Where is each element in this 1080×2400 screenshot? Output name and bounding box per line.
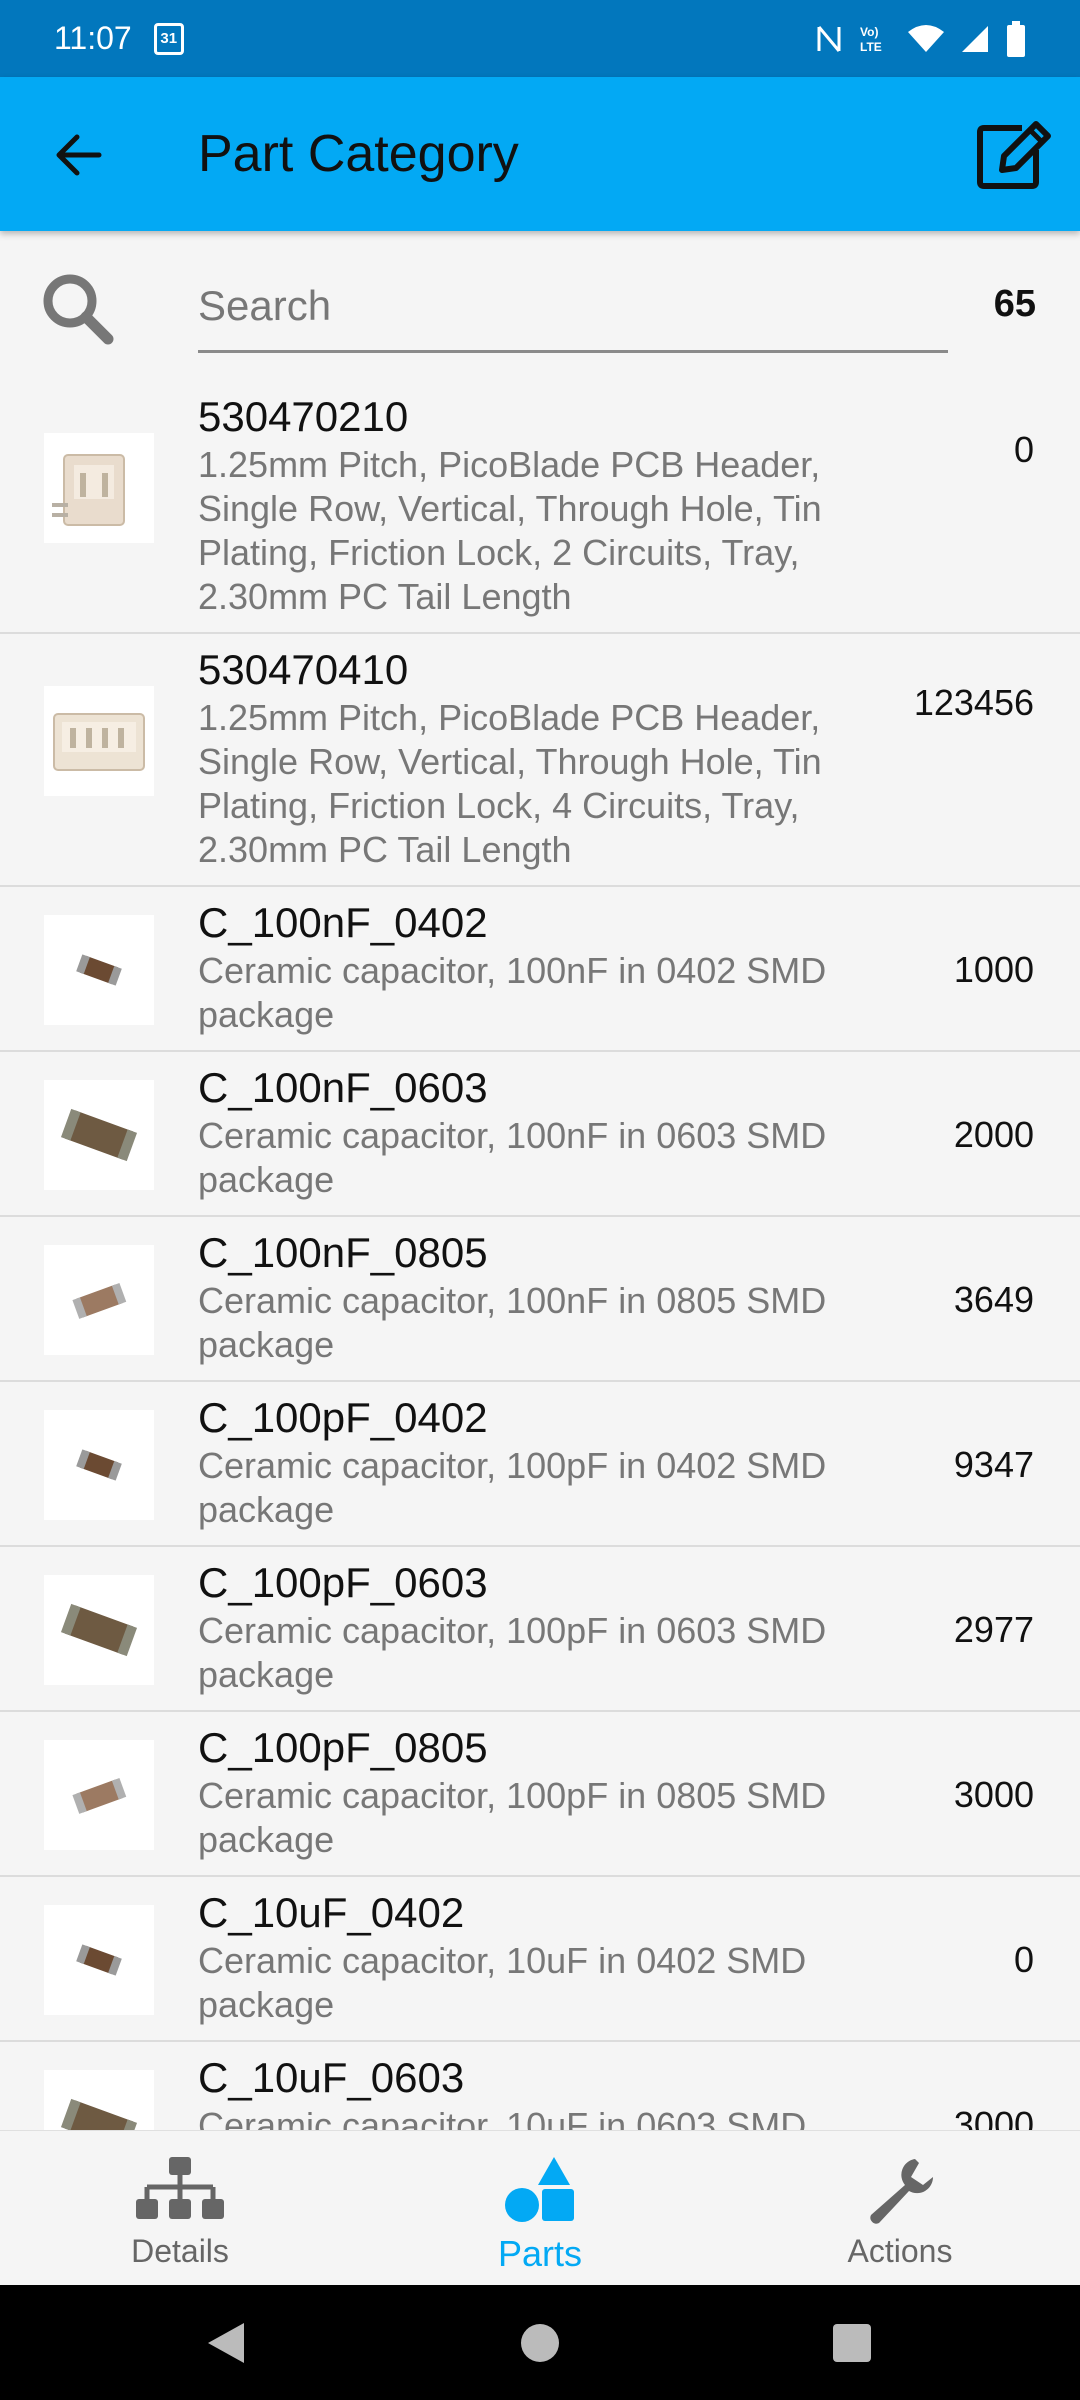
svg-text:LTE: LTE <box>860 40 882 54</box>
part-description: Ceramic capacitor, 100pF in 0805 SMD pac… <box>198 1775 827 1860</box>
list-item[interactable]: 530470210 1.25mm Pitch, PicoBlade PCB He… <box>0 381 1080 634</box>
nav-parts[interactable]: Parts <box>360 2131 720 2285</box>
edit-button[interactable] <box>974 117 1054 193</box>
circle-home-icon <box>521 2324 559 2362</box>
part-quantity: 2977 <box>953 1609 1034 1650</box>
list-item[interactable]: C_100pF_0805 Ceramic capacitor, 100pF in… <box>0 1712 1080 1877</box>
edit-icon <box>977 121 1051 189</box>
capacitor-0603-icon <box>44 1080 154 1190</box>
part-quantity: 3649 <box>953 1279 1034 1320</box>
part-quantity: 0 <box>1013 429 1034 470</box>
part-description: Ceramic capacitor, 100nF in 0603 SMD pac… <box>198 1115 827 1200</box>
capacitor-0603-icon <box>44 2070 154 2130</box>
connector-2pin-icon <box>44 433 154 543</box>
search-icon <box>43 274 114 345</box>
capacitor-0603-icon <box>44 1575 154 1685</box>
list-item[interactable]: C_100pF_0402 Ceramic capacitor, 100pF in… <box>0 1382 1080 1547</box>
parts-list[interactable]: 530470210 1.25mm Pitch, PicoBlade PCB He… <box>0 381 1080 2130</box>
connector-4pin-icon <box>44 686 154 796</box>
part-description: Ceramic capacitor, 10uF in 0402 SMD pack… <box>198 1940 807 2025</box>
part-quantity: 123456 <box>913 682 1034 723</box>
sitemap-icon <box>136 2157 224 2219</box>
capacitor-0805-icon <box>44 1740 154 1850</box>
part-description: Ceramic capacitor, 100nF in 0805 SMD pac… <box>198 1280 827 1365</box>
calendar-icon: 31 <box>153 22 184 55</box>
system-nav-bar <box>0 2285 1080 2400</box>
bottom-nav: Details Parts Actions <box>0 2130 1080 2285</box>
back-button[interactable] <box>48 127 108 183</box>
status-icons: Vo) LTE <box>816 20 1026 57</box>
system-recents-button[interactable] <box>830 2321 874 2365</box>
part-description: Ceramic capacitor, 10uF in 0603 SMD pack… <box>198 2105 807 2130</box>
arrow-left-icon <box>56 134 102 176</box>
part-quantity: 9347 <box>953 1444 1034 1485</box>
part-name: C_100pF_0603 <box>198 1559 488 1606</box>
part-name: 530470410 <box>198 646 409 693</box>
part-description: Ceramic capacitor, 100nF in 0402 SMD pac… <box>198 950 827 1035</box>
capacitor-0402-icon <box>44 1410 154 1520</box>
part-description: 1.25mm Pitch, PicoBlade PCB Header, Sing… <box>198 697 822 870</box>
svg-text:Vo): Vo) <box>860 25 878 39</box>
system-back-button[interactable] <box>204 2321 248 2365</box>
part-quantity: 3000 <box>953 1774 1034 1815</box>
system-home-button[interactable] <box>518 2321 562 2365</box>
part-quantity: 1000 <box>953 949 1034 990</box>
wifi-icon <box>908 24 944 54</box>
app-bar: Part Category <box>0 77 1080 231</box>
part-name: C_10uF_0603 <box>198 2054 465 2101</box>
nfc-icon <box>816 23 842 55</box>
part-quantity: 3000 <box>953 2104 1034 2130</box>
part-name: 530470210 <box>198 393 409 440</box>
part-name: C_10uF_0402 <box>198 1889 465 1936</box>
capacitor-0402-icon <box>44 915 154 1025</box>
list-item[interactable]: C_100nF_0402 Ceramic capacitor, 100nF in… <box>0 887 1080 1052</box>
part-description: Ceramic capacitor, 100pF in 0402 SMD pac… <box>198 1445 827 1530</box>
cell-signal-icon <box>960 24 990 54</box>
wrench-icon <box>870 2159 934 2224</box>
battery-icon <box>1006 20 1026 57</box>
result-count: 65 <box>993 283 1036 325</box>
part-description: Ceramic capacitor, 100pF in 0603 SMD pac… <box>198 1610 827 1695</box>
volte-icon: Vo) LTE <box>858 23 892 55</box>
part-quantity: 2000 <box>953 1114 1034 1155</box>
capacitor-0805-icon <box>44 1245 154 1355</box>
part-name: C_100pF_0402 <box>198 1394 488 1441</box>
part-name: C_100nF_0402 <box>198 899 488 946</box>
part-name: C_100nF_0603 <box>198 1064 488 1111</box>
triangle-back-icon <box>208 2323 244 2363</box>
nav-parts-label: Parts <box>497 2233 583 2274</box>
nav-details[interactable]: Details <box>0 2131 360 2285</box>
square-recents-icon <box>833 2324 871 2362</box>
search-input[interactable] <box>198 261 948 353</box>
part-quantity: 0 <box>1013 1939 1034 1980</box>
list-item[interactable]: C_100nF_0603 Ceramic capacitor, 100nF in… <box>0 1052 1080 1217</box>
capacitor-0402-icon <box>44 1905 154 2015</box>
status-time: 11:07 <box>54 20 132 56</box>
list-item[interactable]: C_100pF_0603 Ceramic capacitor, 100pF in… <box>0 1547 1080 1712</box>
nav-details-label: Details <box>131 2233 229 2269</box>
part-name: C_100nF_0805 <box>198 1229 488 1276</box>
list-item[interactable]: C_10uF_0603 Ceramic capacitor, 10uF in 0… <box>0 2042 1080 2130</box>
part-description: 1.25mm Pitch, PicoBlade PCB Header, Sing… <box>198 444 822 617</box>
nav-actions[interactable]: Actions <box>720 2131 1080 2285</box>
list-item[interactable]: C_100nF_0805 Ceramic capacitor, 100nF in… <box>0 1217 1080 1382</box>
status-bar: 11:07 31 Vo) LTE <box>0 0 1080 77</box>
search-row: 65 <box>0 231 1080 381</box>
nav-actions-label: Actions <box>847 2233 953 2269</box>
list-item[interactable]: 530470410 1.25mm Pitch, PicoBlade PCB He… <box>0 634 1080 887</box>
list-item[interactable]: C_10uF_0402 Ceramic capacitor, 10uF in 0… <box>0 1877 1080 2042</box>
page-title: Part Category <box>198 125 519 183</box>
part-name: C_100pF_0805 <box>198 1724 488 1771</box>
shapes-icon <box>505 2157 574 2222</box>
